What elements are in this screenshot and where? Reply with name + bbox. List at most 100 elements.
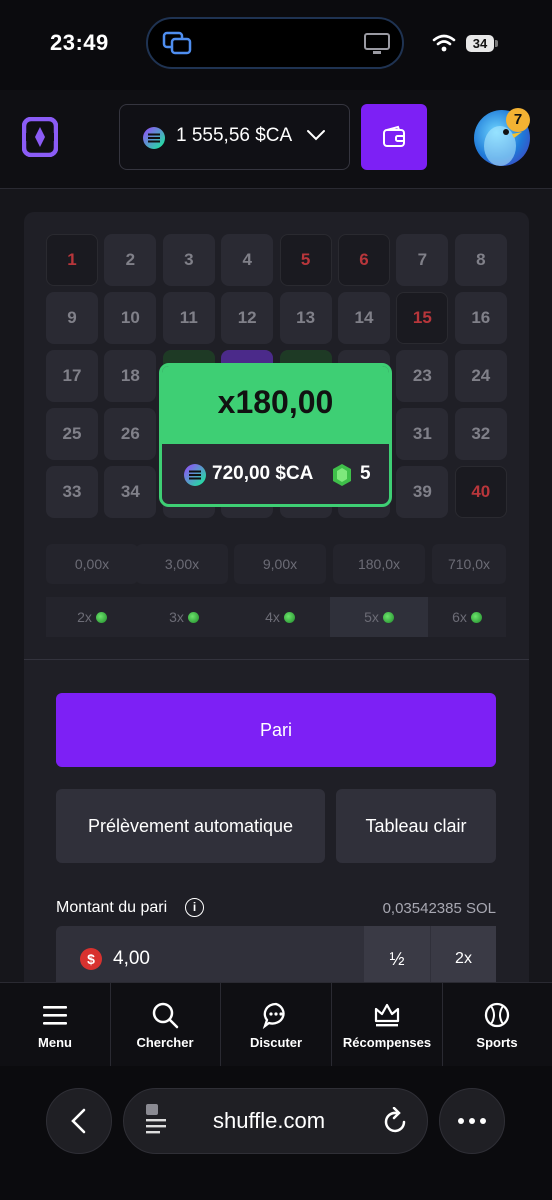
keno-tile[interactable]: 18 [104, 350, 157, 402]
nav-search[interactable]: Chercher [110, 983, 220, 1066]
nav-label: Sports [476, 1035, 518, 1050]
back-button[interactable] [46, 1088, 112, 1154]
nav-label: Chercher [136, 1035, 194, 1050]
more-options-button[interactable] [439, 1088, 505, 1154]
gem-icon [95, 611, 107, 623]
dynamic-island [146, 17, 404, 69]
gem-icon [382, 611, 394, 623]
win-multiplier: x180,00 [217, 384, 334, 420]
bet-amount-label: Montant du pari [56, 899, 168, 916]
keno-tile[interactable]: 40 [454, 466, 507, 518]
keno-tile[interactable]: 13 [279, 292, 332, 344]
nav-label: Récompenses [342, 1035, 432, 1050]
search-icon [152, 1002, 179, 1029]
keno-tile[interactable]: 9 [46, 292, 98, 344]
hit-count: 3x [169, 609, 184, 625]
gem-icon [470, 611, 482, 623]
nav-rewards[interactable]: Récompenses [332, 983, 442, 1066]
keno-tile[interactable]: 10 [104, 292, 157, 344]
tennis-ball-icon [484, 1002, 510, 1028]
wallet-icon [383, 125, 405, 147]
keno-tile[interactable]: 16 [454, 292, 507, 344]
bet-button[interactable]: Pari [56, 693, 496, 767]
keno-tile[interactable]: 26 [104, 408, 157, 460]
gem-icon [187, 611, 199, 623]
hit-cell: 3x [138, 597, 230, 637]
screen-mirror-icon [364, 33, 390, 54]
multiplier-cell: 180,0x [333, 544, 425, 584]
nav-sports[interactable]: Sports [442, 983, 552, 1066]
keno-tile[interactable]: 31 [396, 408, 449, 460]
menu-icon [43, 1006, 67, 1025]
notification-badge: 7 [506, 108, 530, 132]
win-gem-count: 5 [360, 463, 371, 484]
panel-divider [24, 659, 529, 660]
keno-tile[interactable]: 32 [454, 408, 507, 460]
multiplier-cell: 710,0x [432, 544, 506, 584]
dollar-icon: $ [80, 948, 102, 970]
keno-tile[interactable]: 1 [46, 234, 98, 286]
keno-tile[interactable]: 2 [104, 234, 157, 286]
nav-label: Menu [38, 1035, 72, 1050]
info-icon[interactable]: i [185, 898, 204, 917]
balance-amount: 1 555,56 $CA [176, 125, 293, 146]
solana-icon [143, 127, 165, 149]
shuffle-logo-icon[interactable] [22, 117, 58, 157]
hits-row: 2x 3x 4x 5x 6x [46, 597, 506, 637]
sol-conversion: 0,03542385 SOL [382, 900, 496, 917]
multiplier-row: 0,00x 3,00x 9,00x 180,0x 710,0x [46, 544, 506, 584]
more-dots-icon [458, 1118, 486, 1124]
keno-tile[interactable]: 14 [338, 292, 390, 344]
hit-cell: 2x [46, 597, 138, 637]
hit-count: 4x [265, 609, 280, 625]
nav-chat[interactable]: Discuter [221, 983, 331, 1066]
keno-tile[interactable]: 33 [46, 466, 98, 518]
crown-icon [374, 1003, 400, 1027]
keno-tile[interactable]: 3 [162, 234, 215, 286]
wallet-button[interactable] [361, 104, 427, 170]
auto-pick-button[interactable]: Prélèvement automatique [56, 789, 325, 863]
hit-cell-selected: 5x [330, 597, 428, 637]
win-payout: 720,00 $CA [212, 463, 314, 484]
keno-tile[interactable]: 6 [338, 234, 390, 286]
bet-amount-value: 4,00 [113, 948, 150, 969]
keno-tile[interactable]: 5 [279, 234, 332, 286]
keno-tile[interactable]: 4 [221, 234, 274, 286]
keno-tile[interactable]: 11 [162, 292, 215, 344]
hit-count: 2x [77, 609, 92, 625]
windows-icon [162, 31, 192, 55]
nav-label: Discuter [249, 1035, 303, 1050]
win-popup: x180,00 720,00 $CA 5 [159, 363, 392, 507]
keno-tile[interactable]: 17 [46, 350, 98, 402]
hit-count: 6x [452, 609, 467, 625]
nav-menu[interactable]: Menu [0, 983, 110, 1066]
keno-tile[interactable]: 34 [104, 466, 157, 518]
hit-cell: 6x [428, 597, 506, 637]
keno-tile[interactable]: 7 [396, 234, 449, 286]
keno-tile[interactable]: 23 [396, 350, 449, 402]
keno-tile[interactable]: 39 [396, 466, 449, 518]
multiplier-cell: 0,00x [46, 544, 138, 584]
status-time: 23:49 [50, 30, 109, 55]
battery-tip [495, 40, 498, 47]
hit-cell: 4x [234, 597, 326, 637]
url-text: shuffle.com [213, 1108, 326, 1133]
chevron-down-icon [307, 130, 325, 141]
keno-tile[interactable]: 15 [396, 292, 449, 344]
wifi-icon [432, 34, 456, 52]
gem-icon [283, 611, 295, 623]
keno-tile[interactable]: 12 [221, 292, 274, 344]
reload-icon[interactable] [383, 1107, 409, 1135]
battery-indicator: 34 [466, 35, 494, 52]
keno-tile[interactable]: 25 [46, 408, 98, 460]
clear-table-button[interactable]: Tableau clair [336, 789, 496, 863]
multiplier-cell: 9,00x [234, 544, 326, 584]
keno-tile[interactable]: 24 [454, 350, 507, 402]
multiplier-cell: 3,00x [136, 544, 228, 584]
hit-count: 5x [364, 609, 379, 625]
solana-icon [184, 464, 206, 486]
keno-tile[interactable]: 8 [454, 234, 507, 286]
reader-mode-icon[interactable] [143, 1103, 169, 1137]
gem-icon [333, 464, 351, 486]
chevron-left-icon [71, 1108, 86, 1134]
